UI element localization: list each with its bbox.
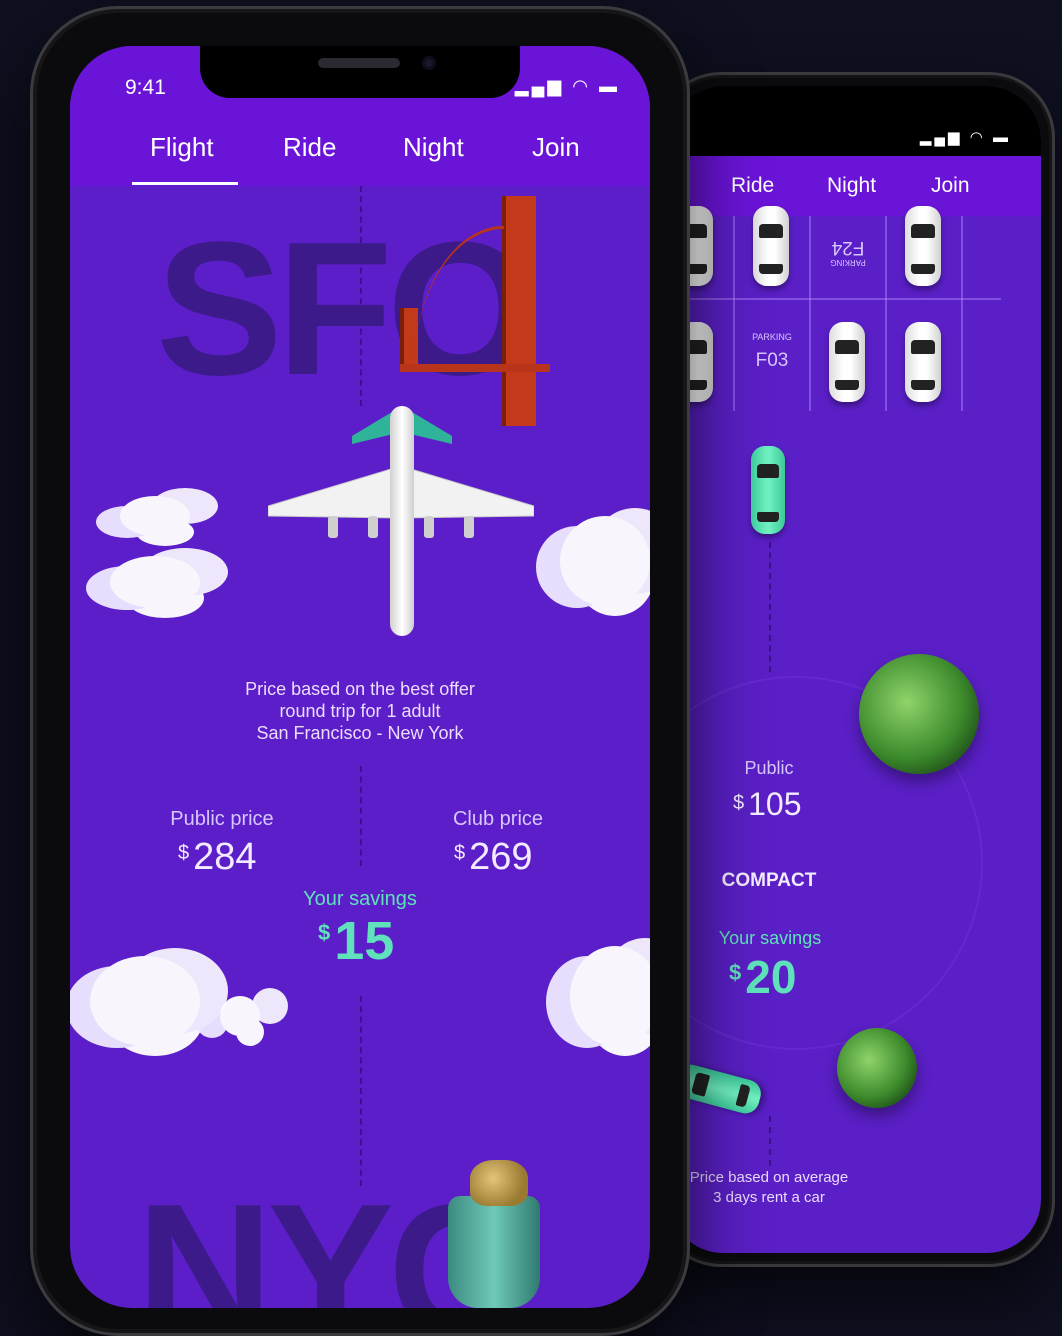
- back-phone: ▂▄▆ ◠ ▬ Ride Night Join PARKING F24 PARK…: [655, 72, 1055, 1267]
- info-line: Price based on the best offer: [245, 679, 475, 699]
- savings-value: $15: [318, 910, 394, 972]
- info-line: San Francisco - New York: [256, 723, 464, 743]
- savings-label: Your savings: [303, 888, 417, 910]
- public-label: Public: [744, 758, 794, 778]
- club-price: $269: [454, 836, 533, 879]
- public-price: $284: [178, 836, 257, 879]
- front-phone: 9:41 ▂▄▆ ◠ ▬ Flight Ride Night Join SFO: [30, 6, 690, 1336]
- wifi-icon: ◠: [572, 76, 591, 96]
- back-status-bar: ▂▄▆ ◠ ▬: [669, 86, 1041, 156]
- savings-value: $20: [729, 950, 796, 1004]
- battery-icon: ▬: [599, 76, 620, 96]
- back-tab-join[interactable]: Join: [931, 174, 970, 198]
- camera: [422, 56, 436, 70]
- tree: [859, 654, 979, 774]
- back-tab-ride[interactable]: Ride: [731, 174, 774, 198]
- currency-symbol: $: [318, 920, 331, 945]
- parking-spot-f24: PARKING F24: [813, 236, 883, 267]
- cloud: [570, 946, 650, 1046]
- speaker: [318, 58, 400, 68]
- back-phone-screen: ▂▄▆ ◠ ▬ Ride Night Join PARKING F24 PARK…: [669, 86, 1041, 1253]
- back-tab-bar: Ride Night Join: [669, 156, 1041, 216]
- currency-symbol: $: [454, 842, 466, 864]
- parked-car: [905, 206, 941, 286]
- tab-night[interactable]: Night: [403, 132, 464, 163]
- tab-flight[interactable]: Flight: [150, 132, 214, 163]
- parking-spot-f03: PARKING F03: [735, 332, 809, 372]
- active-tab-indicator: [132, 182, 238, 185]
- status-icons: ▂▄▆ ◠ ▬: [515, 76, 620, 97]
- signal-icon: ▂▄▆: [514, 76, 565, 96]
- car-class: COMPACT: [721, 870, 817, 891]
- club-price-label: Club price: [452, 808, 544, 830]
- tab-join[interactable]: Join: [532, 132, 580, 163]
- offer-info: Price based on the best offer round trip…: [70, 678, 650, 744]
- tab-ride[interactable]: Ride: [283, 132, 336, 163]
- cloud: [120, 496, 190, 536]
- parking-spot-code: F03: [755, 350, 789, 371]
- cloud: [560, 516, 650, 606]
- public-price-value: 105: [748, 786, 802, 822]
- parking-spot-code: F24: [831, 237, 865, 258]
- front-header: 9:41 ▂▄▆ ◠ ▬ Flight Ride Night Join: [70, 46, 650, 186]
- route-path: [769, 542, 771, 672]
- public-price-label: Public price: [170, 808, 274, 830]
- moving-car: [751, 446, 785, 534]
- status-time: 9:41: [125, 76, 166, 99]
- info-line: round trip for 1 adult: [279, 701, 441, 721]
- parked-car: [753, 206, 789, 286]
- savings-amount: 15: [334, 911, 395, 971]
- parked-car: [829, 322, 865, 402]
- back-info-text: Price based on average 3 days rent a car: [669, 1168, 869, 1208]
- cloud: [90, 956, 200, 1046]
- back-status-icons: ▂▄▆ ◠ ▬: [919, 129, 1011, 146]
- public-price-value: 284: [193, 836, 257, 878]
- route-path: [769, 1116, 771, 1166]
- route-line: [360, 766, 362, 866]
- cloud: [110, 556, 200, 608]
- info-line: Price based on average: [689, 1169, 849, 1186]
- front-notch: [200, 46, 520, 98]
- back-tab-night[interactable]: Night: [827, 174, 876, 198]
- parked-car: [905, 322, 941, 402]
- tree: [837, 1028, 917, 1108]
- savings-amount: 20: [745, 951, 797, 1003]
- parking-lot: PARKING F24 PARKING F03: [669, 206, 1041, 426]
- currency-symbol: $: [733, 792, 745, 814]
- currency-symbol: $: [729, 960, 742, 985]
- route-line: [360, 996, 362, 1186]
- savings-label: Your savings: [718, 928, 822, 948]
- parking-label: PARKING: [830, 258, 866, 267]
- public-price: $105: [733, 786, 802, 823]
- info-line: 3 days rent a car: [713, 1189, 825, 1206]
- parking-label: PARKING: [752, 332, 792, 342]
- back-notch: [709, 86, 929, 142]
- currency-symbol: $: [178, 842, 190, 864]
- cloud: [220, 996, 260, 1036]
- club-price-value: 269: [469, 836, 533, 878]
- front-phone-screen: 9:41 ▂▄▆ ◠ ▬ Flight Ride Night Join SFO: [70, 46, 650, 1308]
